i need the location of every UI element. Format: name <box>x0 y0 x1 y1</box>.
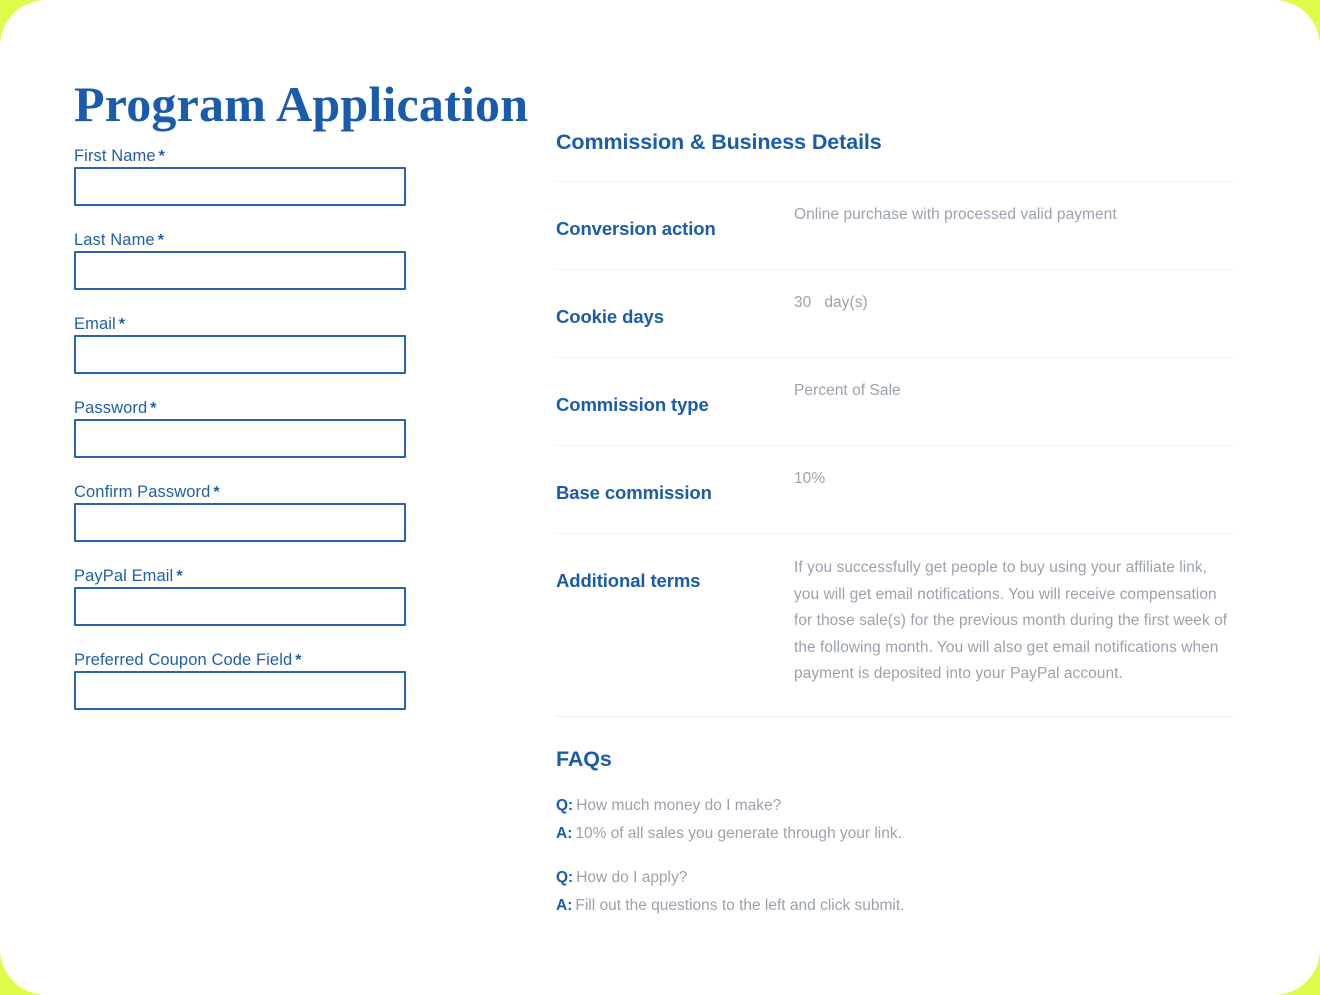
preferred-coupon-code-input[interactable] <box>74 671 406 710</box>
field-label-email: Email * <box>74 315 125 333</box>
required-asterisk: * <box>150 400 157 417</box>
field-label-text: Confirm Password <box>74 483 211 501</box>
faq-item: Q: How do I apply? A: Fill out the questio… <box>556 864 1234 920</box>
detail-value: Percent of Sale <box>794 382 901 399</box>
faq-answer-tag: A: <box>556 824 573 842</box>
field-preferred-coupon-code: Preferred Coupon Code Field * <box>74 650 408 710</box>
field-label-text: Last Name <box>74 231 155 249</box>
paypal-email-input[interactable] <box>74 587 406 626</box>
application-page-card: Program Application First Name * Last Nam… <box>0 0 1320 995</box>
detail-row-cookie-days: Cookie days 30 day(s) <box>556 269 1234 357</box>
detail-label: Commission type <box>556 394 709 415</box>
detail-value: 30 day(s) <box>794 291 1234 314</box>
field-first-name: First Name * <box>74 146 408 206</box>
faq-heading: FAQs <box>556 746 612 771</box>
field-label-password: Password * <box>74 399 157 417</box>
required-asterisk: * <box>176 568 183 585</box>
faq-answer-tag: A: <box>556 896 573 914</box>
application-form: First Name * Last Name * Email * Password * <box>74 146 408 734</box>
cookie-days-unit: day(s) <box>824 294 868 311</box>
detail-label: Base commission <box>556 482 712 503</box>
detail-row-base-commission: Base commission 10% <box>556 445 1234 533</box>
field-label-text: Preferred Coupon Code Field <box>74 651 293 669</box>
page-title: Program Application <box>74 75 529 132</box>
detail-row-commission-type: Commission type Percent of Sale <box>556 357 1234 445</box>
table-bottom-divider <box>556 715 1234 717</box>
commission-details-heading: Commission & Business Details <box>556 130 882 154</box>
faq-question-text: How much money do I make? <box>576 796 782 814</box>
field-label-paypal-email: PayPal Email * <box>74 567 183 585</box>
detail-value: If you successfully get people to buy us… <box>794 559 1228 682</box>
detail-label: Cookie days <box>556 306 664 327</box>
detail-row-additional-terms: Additional terms If you successfully get… <box>556 533 1234 716</box>
faq-item: Q: How much money do I make? A: 10% of all… <box>556 792 1234 848</box>
commission-details-table: Conversion action Online purchase with p… <box>556 181 1234 717</box>
field-label-preferred-coupon-code: Preferred Coupon Code Field * <box>74 651 302 669</box>
detail-label: Additional terms <box>556 570 701 591</box>
email-input[interactable] <box>74 335 406 374</box>
last-name-input[interactable] <box>74 251 406 290</box>
field-label-last-name: Last Name * <box>74 231 164 249</box>
detail-value: 10% <box>794 470 826 487</box>
field-label-text: Password <box>74 399 148 417</box>
field-label-text: First Name <box>74 147 156 165</box>
confirm-password-input[interactable] <box>74 503 406 542</box>
faq-question-text: How do I apply? <box>576 868 688 886</box>
field-label-text: PayPal Email <box>74 567 174 585</box>
details-column: Commission & Business Details Conversion… <box>556 128 1234 936</box>
first-name-input[interactable] <box>74 167 406 206</box>
faq-section: FAQs Q: How much money do I make? A: 10% o… <box>556 745 1234 920</box>
detail-row-conversion-action: Conversion action Online purchase with p… <box>556 181 1234 269</box>
field-label-confirm-password: Confirm Password * <box>74 483 220 501</box>
faq-question-line: Q: How much money do I make? <box>556 792 1234 820</box>
field-email: Email * <box>74 314 408 374</box>
faq-question-tag: Q: <box>556 796 574 814</box>
faq-question-line: Q: How do I apply? <box>556 864 1234 892</box>
faq-answer-text: Fill out the questions to the left and c… <box>575 896 905 914</box>
required-asterisk: * <box>158 148 165 165</box>
field-label-first-name: First Name * <box>74 147 165 165</box>
field-password: Password * <box>74 398 408 458</box>
required-asterisk: * <box>118 316 126 333</box>
faq-answer-line: A: Fill out the questions to the left and… <box>556 892 1234 920</box>
required-asterisk: * <box>157 232 165 249</box>
field-confirm-password: Confirm Password * <box>74 482 408 542</box>
detail-label: Conversion action <box>556 218 716 239</box>
field-label-text: Email <box>74 315 116 333</box>
faq-question-tag: Q: <box>556 868 574 886</box>
cookie-days-number: 30 <box>794 294 812 311</box>
faq-answer-text: 10% of all sales you generate through yo… <box>575 824 902 842</box>
faq-answer-line: A: 10% of all sales you generate through … <box>556 820 1234 848</box>
field-last-name: Last Name * <box>74 230 408 290</box>
required-asterisk: * <box>213 484 220 501</box>
password-input[interactable] <box>74 419 406 458</box>
detail-value: Online purchase with processed valid pay… <box>794 206 1117 223</box>
field-paypal-email: PayPal Email * <box>74 566 408 626</box>
required-asterisk: * <box>295 652 302 669</box>
